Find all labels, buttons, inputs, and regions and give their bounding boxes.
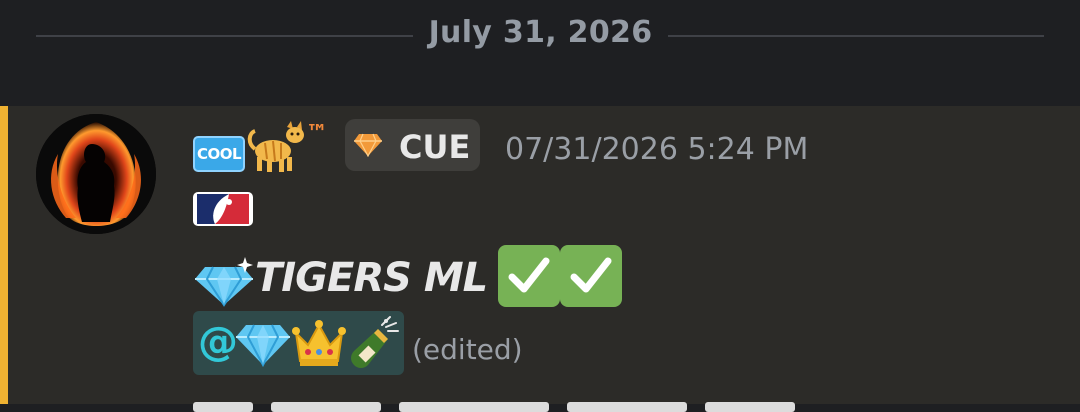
cat-icon [247,121,304,172]
blue-diamond-icon [236,324,290,367]
champagne-bottle-icon [351,316,399,368]
date-divider: July 31, 2026 [0,0,1080,106]
blue-diamond-icon [195,257,253,307]
message-item[interactable]: COOL ™ CUE 07/31/2026 5:24 PM TIGERS ML … [0,106,1080,412]
message-header: COOL ™ CUE 07/31/2026 5:24 PM [193,118,1053,174]
mlb-logo-icon [193,192,253,226]
message-timestamp[interactable]: 07/31/2026 5:24 PM [505,132,808,167]
pick-line: TIGERS ML [193,241,693,311]
divider-line-left [36,35,413,37]
divider-line-right [668,35,1044,37]
checkmark-icon [498,245,560,307]
flame-avatar-icon [36,114,156,234]
date-divider-text: July 31, 2026 [428,15,653,50]
avatar[interactable] [36,114,156,234]
pick-text: TIGERS ML [255,255,488,301]
mention-at-symbol: @ [198,319,238,365]
edited-label: (edited) [412,333,523,366]
clipped-next-line [193,392,893,412]
trademark-badge: ™ [306,121,328,146]
checkmark-icon [560,245,622,307]
mention-highlight-bar [0,106,8,404]
role-name: CUE [399,128,471,166]
role-tag[interactable]: CUE [345,119,480,171]
crown-icon [292,320,346,366]
role-mention[interactable]: @ [193,311,404,375]
cool-badge[interactable]: COOL [193,136,245,172]
orange-diamond-icon [354,133,382,157]
